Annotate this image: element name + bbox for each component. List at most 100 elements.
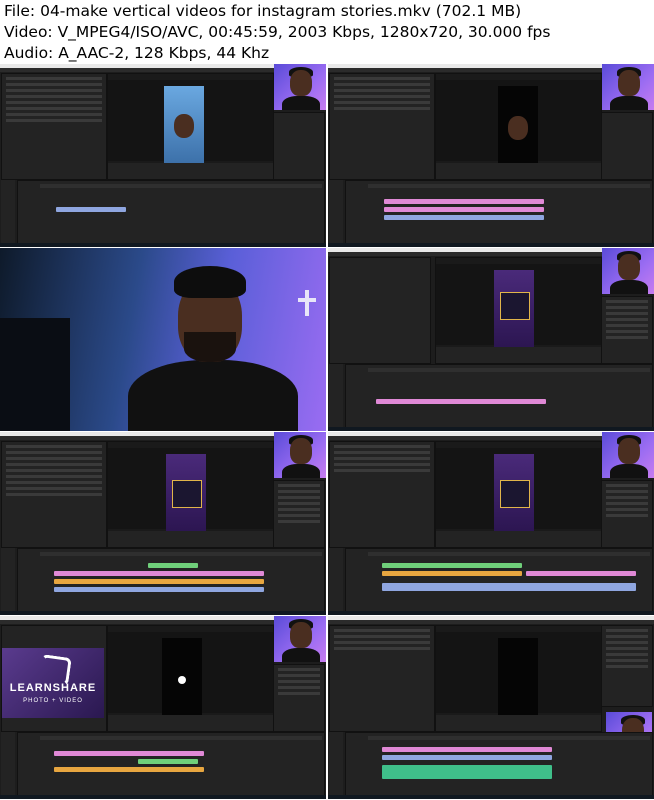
playback-controls[interactable] bbox=[436, 531, 601, 547]
project-panel bbox=[601, 112, 653, 180]
webcam-overlay bbox=[274, 64, 326, 110]
vertical-video-preview bbox=[166, 454, 206, 534]
taskbar bbox=[328, 795, 654, 799]
program-stage bbox=[436, 264, 601, 350]
presenter-closeup bbox=[0, 248, 326, 431]
timeline-panel[interactable] bbox=[345, 364, 653, 429]
program-monitor bbox=[435, 625, 602, 732]
audio-waveform[interactable] bbox=[382, 765, 552, 779]
taskbar bbox=[328, 427, 654, 431]
project-panel bbox=[273, 112, 325, 180]
vertical-video-preview bbox=[162, 638, 202, 718]
thumbnail-frame bbox=[500, 480, 530, 508]
tools-panel[interactable] bbox=[329, 732, 343, 795]
thumbnail-8 bbox=[328, 616, 654, 799]
taskbar bbox=[328, 611, 654, 615]
audio-waveform[interactable] bbox=[382, 583, 636, 591]
timeline-panel[interactable] bbox=[345, 180, 653, 245]
program-monitor bbox=[107, 441, 274, 548]
audio-info: Audio: A_AAC-2, 128 Kbps, 44 Khz bbox=[4, 44, 270, 62]
vertical-video-preview bbox=[164, 86, 204, 166]
presenter-face bbox=[174, 114, 194, 138]
playback-controls[interactable] bbox=[436, 347, 601, 363]
video-info: Video: V_MPEG4/ISO/AVC, 00:45:59, 2003 K… bbox=[4, 23, 551, 41]
logo-subtitle: PHOTO + VIDEO bbox=[23, 698, 83, 704]
program-stage bbox=[108, 448, 273, 534]
thumbnail-2 bbox=[328, 64, 654, 247]
time-ruler[interactable] bbox=[40, 184, 322, 188]
effect-controls-panel bbox=[329, 441, 435, 548]
tools-panel[interactable] bbox=[329, 548, 343, 611]
timeline-panel[interactable] bbox=[345, 732, 653, 797]
time-ruler[interactable] bbox=[368, 552, 650, 556]
timeline-panel[interactable] bbox=[17, 180, 325, 245]
effect-controls-panel bbox=[329, 625, 435, 732]
webcam-overlay bbox=[602, 248, 654, 294]
tools-panel[interactable] bbox=[329, 364, 343, 427]
tools-panel[interactable] bbox=[1, 732, 15, 795]
graphic-clip[interactable] bbox=[382, 747, 552, 752]
time-ruler[interactable] bbox=[40, 552, 322, 556]
presenter-body bbox=[128, 360, 298, 431]
graphic-clip[interactable] bbox=[54, 751, 204, 756]
tools-panel[interactable] bbox=[1, 548, 15, 611]
graphic-clip[interactable] bbox=[384, 199, 544, 204]
playback-controls[interactable] bbox=[108, 531, 273, 547]
playback-controls[interactable] bbox=[108, 715, 273, 731]
graphic-clip[interactable] bbox=[376, 399, 546, 404]
playback-controls[interactable] bbox=[436, 163, 601, 179]
title-clip[interactable] bbox=[382, 563, 522, 568]
thumbnail-1 bbox=[0, 64, 326, 247]
project-panel bbox=[601, 625, 653, 707]
video-clip[interactable] bbox=[56, 207, 126, 212]
logo-title: LEARNSHARE bbox=[9, 682, 97, 694]
video-clip[interactable] bbox=[54, 767, 204, 772]
thumbnail-grid: LEARNSHARE PHOTO + VIDEO bbox=[0, 64, 654, 800]
video-clip[interactable] bbox=[382, 571, 522, 576]
menu-bar bbox=[328, 620, 654, 624]
video-clip[interactable] bbox=[384, 215, 544, 220]
taskbar bbox=[0, 243, 326, 247]
program-stage bbox=[108, 80, 273, 166]
video-clip[interactable] bbox=[54, 579, 264, 584]
time-ruler[interactable] bbox=[368, 184, 650, 188]
timeline-panel[interactable] bbox=[17, 732, 325, 797]
time-ruler[interactable] bbox=[368, 368, 650, 372]
taskbar bbox=[0, 611, 326, 615]
info-header: File: 04-make vertical videos for instag… bbox=[0, 0, 654, 64]
source-monitor: LEARNSHARE PHOTO + VIDEO bbox=[1, 625, 107, 732]
time-ruler[interactable] bbox=[40, 736, 322, 740]
tools-panel[interactable] bbox=[1, 180, 15, 243]
vertical-video-preview bbox=[498, 638, 538, 718]
learnshare-logo: LEARNSHARE PHOTO + VIDEO bbox=[2, 648, 104, 718]
title-clip[interactable] bbox=[148, 563, 198, 568]
file-info: File: 04-make vertical videos for instag… bbox=[4, 2, 522, 20]
presenter-beard bbox=[184, 332, 236, 362]
webcam-overlay bbox=[274, 432, 326, 478]
time-ruler[interactable] bbox=[368, 736, 650, 740]
project-panel bbox=[601, 296, 653, 364]
audio-clip[interactable] bbox=[54, 587, 264, 592]
project-panel bbox=[273, 480, 325, 548]
vertical-video-preview bbox=[498, 86, 538, 166]
vertical-video-preview bbox=[494, 454, 534, 534]
thumbnail-7: LEARNSHARE PHOTO + VIDEO bbox=[0, 616, 326, 799]
tools-panel[interactable] bbox=[329, 180, 343, 243]
project-panel bbox=[273, 664, 325, 732]
title-clip[interactable] bbox=[138, 759, 198, 764]
webcam-overlay bbox=[274, 616, 326, 662]
graphic-clip[interactable] bbox=[54, 571, 264, 576]
playback-controls[interactable] bbox=[436, 715, 601, 731]
timeline-panel[interactable] bbox=[345, 548, 653, 613]
graphic-clip[interactable] bbox=[526, 571, 636, 576]
playback-controls[interactable] bbox=[108, 163, 273, 179]
video-clip[interactable] bbox=[382, 755, 552, 760]
effect-controls-panel bbox=[1, 73, 107, 180]
webcam-overlay bbox=[602, 432, 654, 478]
timeline-panel[interactable] bbox=[17, 548, 325, 613]
taskbar bbox=[328, 243, 654, 247]
graphic-clip[interactable] bbox=[384, 207, 544, 212]
wall-cross bbox=[305, 290, 309, 316]
effect-controls-panel bbox=[329, 73, 435, 180]
thumbnail-3 bbox=[0, 248, 326, 431]
